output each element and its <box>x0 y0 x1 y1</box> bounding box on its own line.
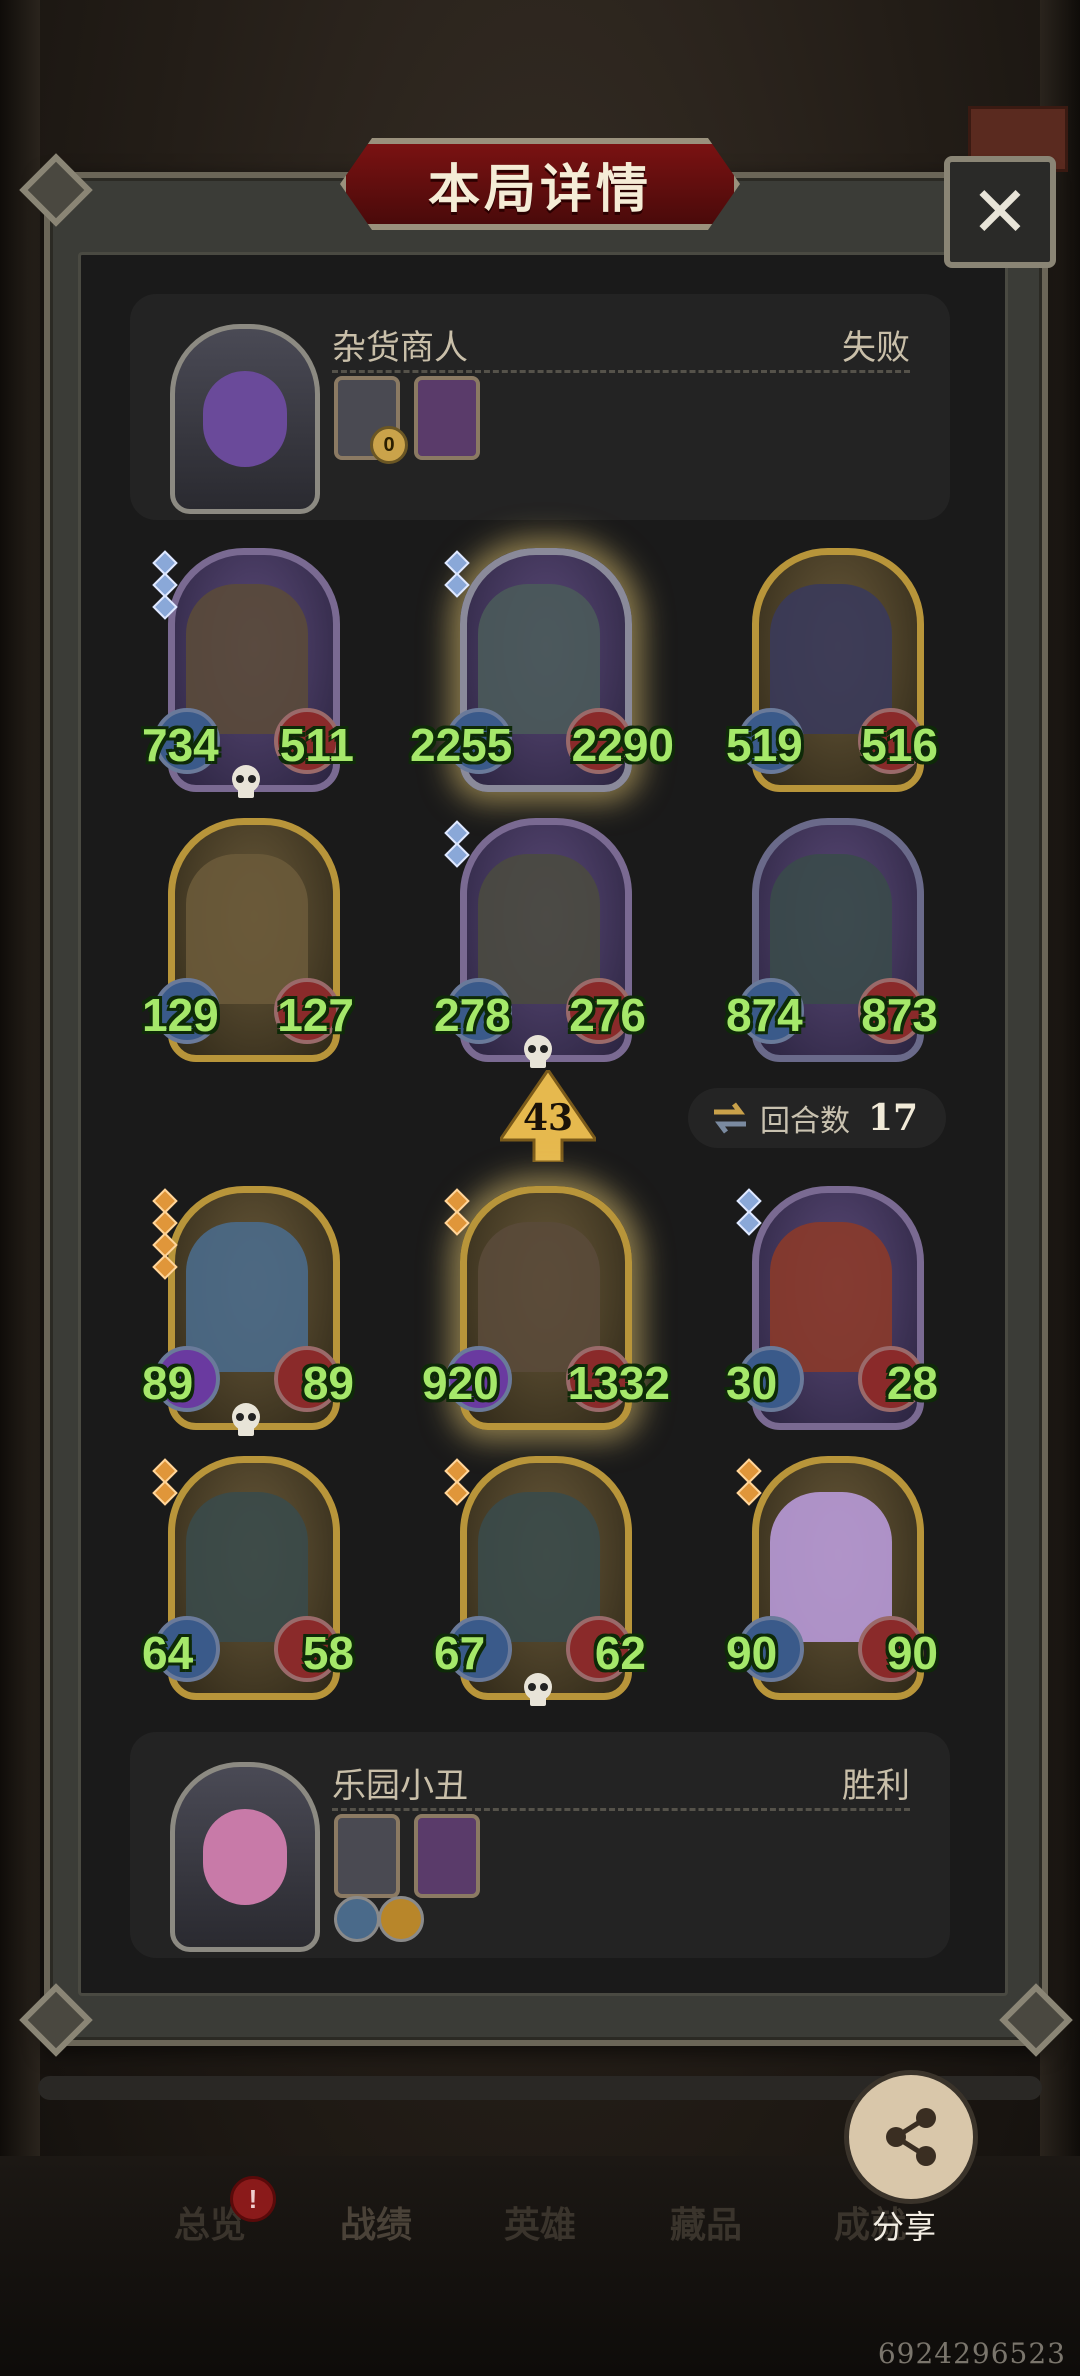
unit-attack: 89 <box>142 1357 194 1409</box>
turns-label: 回合数 <box>760 1105 850 1138</box>
close-icon: ✕ <box>970 173 1030 251</box>
player-hero-power-icon[interactable] <box>414 1814 480 1898</box>
unit-attack: 129 <box>142 989 219 1041</box>
unit-attack: 734 <box>142 719 219 771</box>
unit-health: 28 <box>886 1357 938 1409</box>
tier-stars-icon <box>444 1188 470 1236</box>
enemy-unit[interactable]: 129 127 <box>142 818 354 1062</box>
unit-health: 873 <box>861 989 938 1041</box>
unit-attack: 30 <box>726 1357 778 1409</box>
unit-health: 62 <box>594 1627 646 1679</box>
unit-health: 1332 <box>567 1357 670 1409</box>
player-result: 胜利 <box>842 1767 910 1805</box>
player-unit[interactable]: 30 28 <box>726 1186 938 1430</box>
opponent-card[interactable]: 杂货商人 失败 0 <box>130 294 950 520</box>
player-unit[interactable]: 90 90 <box>726 1456 938 1700</box>
player-unit[interactable]: 89 89 <box>142 1186 354 1436</box>
unit-health: 58 <box>302 1627 354 1679</box>
player-unit[interactable]: 64 58 <box>142 1456 354 1700</box>
unit-attack: 64 <box>142 1627 194 1679</box>
unit-attack: 874 <box>726 989 803 1041</box>
skull-icon <box>232 765 260 798</box>
sword-skill-icon[interactable] <box>334 1896 380 1942</box>
unit-attack: 90 <box>726 1627 778 1679</box>
tier-stars-icon <box>736 1188 762 1236</box>
unit-health: 511 <box>279 719 354 771</box>
unit-attack: 519 <box>726 719 803 771</box>
unit-health: 127 <box>277 989 354 1041</box>
enemy-unit[interactable]: 734 511 <box>142 548 354 798</box>
user-id: 6924296523 <box>877 2337 1066 2370</box>
player-name: 乐园小丑 <box>332 1767 468 1805</box>
enemy-unit[interactable]: 874 873 <box>726 818 938 1062</box>
skull-icon <box>232 1403 260 1436</box>
divider <box>332 370 910 373</box>
close-button[interactable]: ✕ <box>944 156 1056 268</box>
damage-value: 43 <box>523 1097 573 1139</box>
turns-value: 17 <box>868 1097 919 1139</box>
notification-badge: ! <box>230 2176 276 2222</box>
share-icon <box>886 2108 936 2166</box>
damage-arrow-icon: 43 <box>500 1070 596 1162</box>
relic-count-badge: 0 <box>370 426 408 464</box>
bird-skill-icon[interactable] <box>378 1896 424 1942</box>
opponent-hero-power-icon[interactable] <box>414 376 480 460</box>
title-plate: 本局详情 <box>340 138 740 230</box>
unit-attack: 67 <box>434 1627 486 1679</box>
tier-stars-icon <box>152 550 178 620</box>
skull-icon <box>524 1035 552 1068</box>
player-unit[interactable]: 920 1332 <box>422 1186 670 1430</box>
enemy-unit[interactable]: 278 276 <box>434 818 646 1068</box>
unit-health: 276 <box>569 989 646 1041</box>
tier-stars-icon <box>444 820 470 868</box>
turn-counter: 回合数 17 <box>688 1088 946 1148</box>
player-avatar <box>170 1762 320 1952</box>
unit-attack: 920 <box>422 1357 499 1409</box>
unit-health: 90 <box>886 1627 938 1679</box>
unit-attack: 278 <box>434 989 511 1041</box>
unit-health: 516 <box>861 719 938 771</box>
turns-icon <box>714 1102 746 1134</box>
player-relic-icon[interactable] <box>334 1814 400 1898</box>
tab-heroes[interactable]: 英雄 <box>504 2196 576 2248</box>
opponent-name: 杂货商人 <box>332 329 468 367</box>
tab-collection[interactable]: 藏品 <box>670 2196 742 2248</box>
player-card[interactable]: 乐园小丑 胜利 <box>130 1732 950 1958</box>
share-button[interactable] <box>844 2070 978 2204</box>
tier-stars-icon <box>152 1188 178 1280</box>
skull-icon <box>524 1673 552 1706</box>
share-label: 分享 <box>872 2209 937 2245</box>
enemy-unit[interactable]: 2255 2290 <box>410 548 674 792</box>
opponent-avatar <box>170 324 320 514</box>
tab-records[interactable]: 战绩 <box>340 2196 412 2248</box>
unit-health: 2290 <box>571 719 674 771</box>
player-unit[interactable]: 67 62 <box>434 1456 646 1706</box>
divider <box>332 1808 910 1811</box>
enemy-unit[interactable]: 519 516 <box>726 548 938 792</box>
tier-stars-icon <box>444 1458 470 1506</box>
tier-stars-icon <box>736 1458 762 1506</box>
tier-stars-icon <box>444 550 470 598</box>
tier-stars-icon <box>152 1458 178 1506</box>
opponent-result: 失败 <box>842 329 910 367</box>
page-title: 本局详情 <box>427 160 652 219</box>
unit-attack: 2255 <box>410 719 513 771</box>
unit-health: 89 <box>302 1357 354 1409</box>
